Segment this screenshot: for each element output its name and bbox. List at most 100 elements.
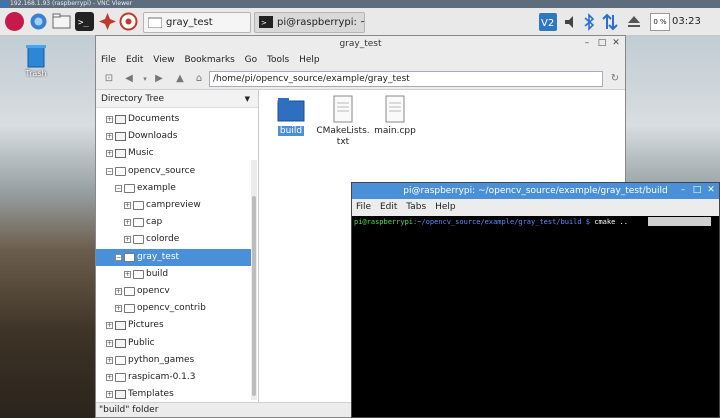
tree-item[interactable]: + Documents: [96, 111, 251, 128]
collapse-icon[interactable]: −: [106, 167, 113, 175]
task-file-manager[interactable]: gray_test: [143, 12, 251, 33]
collapse-icon[interactable]: −: [115, 184, 122, 192]
expand-icon[interactable]: +: [124, 202, 131, 209]
raspberry-menu-icon[interactable]: [5, 12, 24, 31]
expand-icon[interactable]: +: [106, 116, 113, 123]
tree-item[interactable]: + raspicam-0.1.3: [96, 369, 251, 386]
bluetooth-icon[interactable]: [582, 13, 596, 31]
tree-item[interactable]: + Pictures: [96, 317, 251, 334]
expand-icon[interactable]: +: [106, 133, 113, 141]
go-icon[interactable]: ↻: [608, 72, 622, 86]
tree-item-label: Pictures: [128, 320, 164, 331]
terminal-output[interactable]: pi@raspberrypi:~/opencv_source/example/g…: [352, 216, 719, 417]
chevron-down-icon[interactable]: ▼: [245, 90, 250, 108]
tree-item[interactable]: − example: [96, 180, 251, 197]
trash-icon[interactable]: [24, 42, 48, 68]
templates-icon: [115, 390, 126, 400]
vnc-server-icon[interactable]: V2: [539, 13, 557, 31]
tree-item[interactable]: + opencv_contrib: [96, 300, 251, 317]
expand-icon[interactable]: +: [106, 374, 113, 381]
scrollbar-thumb[interactable]: [252, 196, 256, 396]
trash-label[interactable]: Trash: [16, 69, 56, 78]
tree-item[interactable]: + Downloads: [96, 128, 251, 145]
expand-icon[interactable]: +: [106, 150, 113, 158]
home-icon[interactable]: ⌂: [192, 72, 206, 86]
new-tab-icon[interactable]: ⊡: [102, 72, 116, 86]
tree-item-label: cap: [146, 217, 163, 228]
file-manager-launcher-icon[interactable]: [52, 12, 71, 31]
expand-icon[interactable]: +: [124, 219, 131, 227]
close-icon[interactable]: ✕: [705, 185, 717, 196]
menu-help[interactable]: Help: [299, 55, 320, 65]
location-bar[interactable]: /home/pi/opencv_source/example/gray_test: [209, 71, 603, 87]
expand-icon[interactable]: +: [115, 305, 122, 313]
scrollbar[interactable]: [251, 160, 257, 400]
tree-item-label: gray_test: [137, 251, 180, 262]
tree-item[interactable]: + python_games: [96, 352, 251, 369]
menu-tools[interactable]: Tools: [267, 55, 289, 65]
menu-go[interactable]: Go: [245, 55, 257, 65]
folder-icon: [133, 201, 144, 210]
sidebar-header[interactable]: Directory Tree ▼: [96, 90, 258, 108]
minimize-icon[interactable]: –: [677, 185, 689, 196]
expand-icon[interactable]: +: [106, 356, 113, 364]
file-item-cmakelists[interactable]: CMakeLists. txt: [315, 95, 371, 148]
collapse-icon[interactable]: −: [115, 253, 122, 261]
menu-edit[interactable]: Edit: [380, 202, 397, 212]
terminal-menu-bar: File Edit Tabs Help: [352, 199, 719, 216]
expand-icon[interactable]: +: [106, 322, 113, 330]
menu-file[interactable]: File: [356, 202, 371, 212]
folder-icon: [124, 252, 135, 262]
menu-edit[interactable]: Edit: [126, 55, 143, 65]
tree-item[interactable]: + campreview: [96, 197, 251, 214]
tree-item[interactable]: − opencv_source: [96, 163, 251, 180]
forward-icon[interactable]: ▶: [152, 72, 166, 86]
expand-icon[interactable]: +: [106, 391, 113, 399]
wolfram-icon[interactable]: [119, 12, 138, 31]
menu-file[interactable]: File: [101, 55, 116, 65]
tree-item[interactable]: + Public: [96, 335, 251, 352]
task-terminal[interactable]: > pi@raspberrypi: ~/op...: [254, 12, 365, 33]
vnc-title-text: 192.168.1.93 (raspberrypi) - VNC Viewer: [10, 0, 133, 7]
volume-icon[interactable]: [563, 13, 577, 31]
up-icon[interactable]: ▲: [173, 72, 187, 86]
menu-bookmarks[interactable]: Bookmarks: [184, 55, 234, 65]
file-item-build[interactable]: build: [263, 95, 319, 137]
tree-item[interactable]: + colorde: [96, 231, 251, 248]
menu-help[interactable]: Help: [435, 202, 456, 212]
taskbar: >_ gray_test > pi@raspberrypi: ~/op... V…: [0, 8, 720, 36]
expand-icon[interactable]: +: [124, 270, 131, 278]
eject-icon[interactable]: [626, 13, 642, 31]
file-item-main-cpp[interactable]: main.cpp: [367, 95, 423, 137]
file-label: CMakeLists. txt: [316, 126, 370, 147]
cpu-usage-monitor[interactable]: 0 %: [650, 13, 670, 31]
minimize-icon[interactable]: –: [581, 38, 593, 49]
history-dropdown-icon[interactable]: ▾: [138, 72, 152, 86]
clock[interactable]: 03:23: [672, 16, 701, 28]
tree-item[interactable]: + Music: [96, 145, 251, 162]
expand-icon[interactable]: +: [115, 288, 122, 295]
network-icon[interactable]: [601, 13, 619, 31]
math-kernel-icon[interactable]: [98, 12, 117, 31]
terminal-titlebar[interactable]: pi@raspberrypi: ~/opencv_source/example/…: [352, 183, 719, 199]
vnc-viewer-titlebar: 192.168.1.93 (raspberrypi) - VNC Viewer: [0, 0, 720, 8]
close-icon[interactable]: ✕: [610, 38, 622, 49]
back-icon[interactable]: ◀: [122, 72, 136, 86]
tree-item[interactable]: + cap: [96, 214, 251, 231]
folder-icon: [115, 166, 126, 176]
tree-item[interactable]: + Templates: [96, 386, 251, 403]
expand-icon[interactable]: +: [106, 339, 113, 347]
menu-view[interactable]: View: [153, 55, 174, 65]
web-browser-icon[interactable]: [29, 12, 48, 31]
maximize-icon[interactable]: □: [596, 38, 608, 49]
tree-item[interactable]: − gray_test: [96, 248, 251, 266]
tree-item-label: campreview: [146, 200, 201, 210]
maximize-icon[interactable]: □: [691, 185, 703, 196]
terminal-launcher-icon[interactable]: >_: [75, 12, 94, 31]
file-label: main.cpp: [374, 126, 416, 136]
tree-item[interactable]: + opencv: [96, 283, 251, 300]
menu-tabs[interactable]: Tabs: [406, 202, 426, 212]
expand-icon[interactable]: +: [124, 236, 131, 244]
file-manager-titlebar[interactable]: gray_test – □ ✕: [96, 36, 625, 52]
tree-item[interactable]: + build: [96, 266, 251, 283]
